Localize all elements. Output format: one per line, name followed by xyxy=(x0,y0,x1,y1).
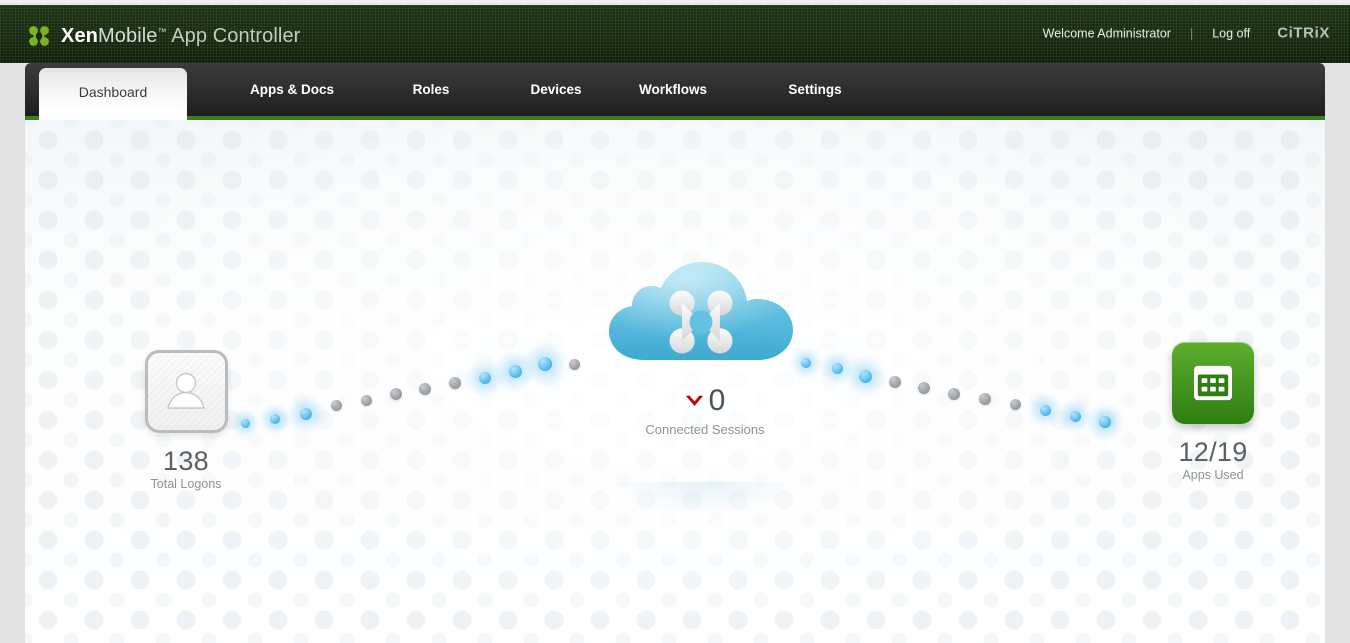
total-logons-value: 138 xyxy=(163,446,209,476)
brand-title: XenMobile™ App Controller xyxy=(61,26,300,46)
tab-label: Devices xyxy=(530,82,582,97)
trail-dot-gray xyxy=(330,399,342,411)
tab-label: Workflows xyxy=(638,82,707,97)
connected-sessions-label: Connected Sessions xyxy=(645,422,765,437)
trail-dot-gray xyxy=(948,388,960,400)
trail-dot-gray xyxy=(918,382,930,394)
apps-used-label: Apps Used xyxy=(1182,468,1244,483)
trail-dot-blue xyxy=(538,357,552,371)
trail-dot-gray xyxy=(360,394,372,406)
brand: XenMobile™ App Controller xyxy=(28,25,300,47)
chevron-down-red-icon xyxy=(685,395,703,406)
trail-dot-blue xyxy=(1099,416,1111,428)
citrix-x-logo-icon xyxy=(29,26,49,46)
tab-roles[interactable]: Roles xyxy=(376,63,486,116)
tab-settings[interactable]: Settings xyxy=(750,63,880,116)
header-separator: | xyxy=(1189,26,1194,40)
header-right-group: Welcome Administrator | Log off CiTRiX xyxy=(1043,25,1330,42)
trail-dot-blue xyxy=(270,414,280,424)
brand-subtitle: App Controller xyxy=(171,25,301,47)
trail-dot-blue xyxy=(300,408,312,420)
user-icon-tile xyxy=(144,350,228,433)
tab-workflows[interactable]: Workflows xyxy=(603,63,743,116)
cloud-reflection xyxy=(605,482,805,516)
trail-dot-blue xyxy=(1069,410,1081,422)
dashboard-content: 138 Total Logons 0 Connected Sessions 12… xyxy=(25,120,1325,643)
tab-label: Dashboard xyxy=(78,84,148,100)
welcome-message: Welcome Administrator xyxy=(1042,26,1171,40)
apps-icon-tile xyxy=(1172,342,1254,424)
trail-dot-blue xyxy=(508,364,522,378)
trail-dot-blue xyxy=(1039,404,1051,416)
brand-xen: Xen xyxy=(61,25,98,47)
log-off-link[interactable]: Log off xyxy=(1212,26,1250,40)
tab-dashboard[interactable]: Dashboard xyxy=(39,68,187,116)
connected-sessions-stat: 0 xyxy=(585,386,825,416)
app-header: XenMobile™ App Controller Welcome Admini… xyxy=(0,5,1350,63)
tab-apps-docs[interactable]: Apps & Docs xyxy=(212,63,372,116)
brand-trademark: ™ xyxy=(157,26,167,37)
cloud-icon xyxy=(609,262,793,360)
trail-dot-gray xyxy=(979,393,991,405)
trail-dot-blue xyxy=(858,369,872,383)
apps-used-value: 12/19 xyxy=(1178,437,1248,467)
trail-dot-gray xyxy=(419,383,431,395)
trail-dot-gray xyxy=(449,377,461,389)
tab-label: Settings xyxy=(788,82,842,97)
trail-dot-blue xyxy=(831,362,843,374)
trail-dot-gray xyxy=(390,388,402,400)
main-navigation-bar: Dashboard Apps & Docs Roles Devices Workflow… xyxy=(25,63,1325,116)
tab-list: Dashboard Apps & Docs Roles Devices Workflow… xyxy=(25,63,1325,116)
apps-used-widget[interactable]: 12/19 Apps Used xyxy=(1125,342,1301,482)
tab-label: Roles xyxy=(412,82,450,97)
connected-sessions-value: 0 xyxy=(708,384,726,417)
citrix-wordmark-logo: CiTRiX xyxy=(1277,24,1330,42)
tab-devices[interactable]: Devices xyxy=(494,63,618,116)
trail-dot-gray xyxy=(568,358,580,370)
connected-sessions-widget[interactable]: 0 Connected Sessions xyxy=(585,260,825,516)
trail-dot-gray xyxy=(1009,398,1021,410)
apps-grid-icon xyxy=(1194,365,1232,401)
total-logons-widget[interactable]: 138 Total Logons xyxy=(121,350,251,491)
trail-dot-gray xyxy=(889,376,901,388)
app-root: XenMobile™ App Controller Welcome Admini… xyxy=(0,0,1350,643)
total-logons-label: Total Logons xyxy=(150,477,222,492)
brand-mobile: Mobile xyxy=(97,25,158,47)
trail-dot-blue xyxy=(479,372,491,384)
dashboard-stage: 138 Total Logons 0 Connected Sessions 12… xyxy=(25,120,1325,643)
tab-label: Apps & Docs xyxy=(249,82,334,97)
user-silhouette-icon xyxy=(167,372,205,409)
